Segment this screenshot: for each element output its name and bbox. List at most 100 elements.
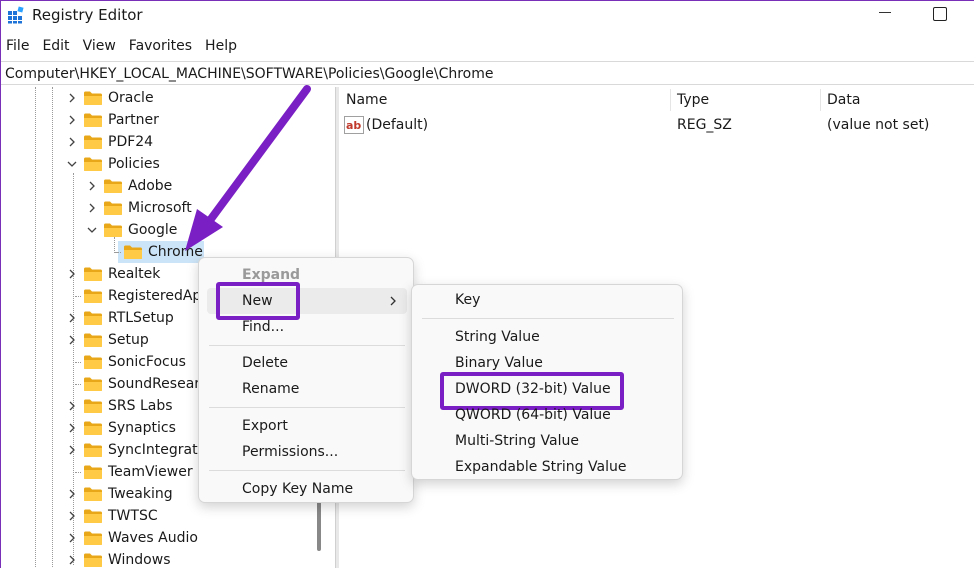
tree-item-label: Policies bbox=[108, 156, 160, 172]
context-menu: Expand New Find... Delete Rename Export … bbox=[198, 257, 414, 503]
tree-item-label: Windows bbox=[108, 552, 171, 568]
value-name[interactable]: (Default) bbox=[366, 114, 428, 136]
tree-item[interactable]: Microsoft bbox=[1, 197, 313, 219]
tree-item-label: SyncIntegratio bbox=[108, 442, 211, 458]
tree-guide-line bbox=[75, 384, 81, 385]
tree-item-label: Google bbox=[128, 222, 178, 238]
menu-item-delete[interactable]: Delete bbox=[242, 350, 288, 376]
menu-item-rename[interactable]: Rename bbox=[242, 376, 299, 402]
menu-separator bbox=[209, 345, 405, 346]
menu-separator bbox=[422, 318, 674, 319]
tree-item-label: Synaptics bbox=[108, 420, 176, 436]
folder-icon bbox=[84, 135, 102, 149]
chevron-right-icon[interactable] bbox=[67, 445, 77, 455]
chevron-right-icon[interactable] bbox=[67, 401, 77, 411]
folder-icon bbox=[84, 289, 102, 303]
tree-item[interactable]: Adobe bbox=[1, 175, 313, 197]
address-bar[interactable]: Computer\HKEY_LOCAL_MACHINE\SOFTWARE\Pol… bbox=[1, 61, 974, 85]
minimize-button[interactable] bbox=[877, 1, 897, 25]
address-path[interactable]: Computer\HKEY_LOCAL_MACHINE\SOFTWARE\Pol… bbox=[5, 64, 493, 84]
tree-item[interactable]: Policies bbox=[1, 153, 313, 175]
chevron-right-icon[interactable] bbox=[67, 511, 77, 521]
tree-guide-line bbox=[75, 296, 81, 297]
chevron-right-icon[interactable] bbox=[87, 181, 97, 191]
tree-item[interactable]: Partner bbox=[1, 109, 313, 131]
chevron-right-icon[interactable] bbox=[67, 423, 77, 433]
tree-item[interactable]: Google bbox=[1, 219, 313, 241]
menu-item-permissions[interactable]: Permissions... bbox=[242, 439, 338, 465]
chevron-right-icon[interactable] bbox=[67, 269, 77, 279]
menu-edit[interactable]: Edit bbox=[36, 35, 76, 57]
folder-icon bbox=[84, 399, 102, 413]
folder-icon bbox=[104, 201, 122, 215]
chevron-right-icon[interactable] bbox=[67, 313, 77, 323]
menu-help[interactable]: Help bbox=[199, 35, 244, 57]
submenu-item-multi-string-value[interactable]: Multi-String Value bbox=[455, 428, 579, 454]
chevron-right-icon[interactable] bbox=[67, 115, 77, 125]
submenu-item-qword-value[interactable]: QWORD (64-bit) Value bbox=[455, 402, 611, 428]
folder-icon bbox=[84, 333, 102, 347]
tree-item-label: RTLSetup bbox=[108, 310, 174, 326]
tree-item-label: Partner bbox=[108, 112, 159, 128]
chevron-down-icon[interactable] bbox=[67, 159, 77, 169]
folder-icon bbox=[84, 509, 102, 523]
chevron-right-icon[interactable] bbox=[67, 533, 77, 543]
folder-icon bbox=[104, 223, 122, 237]
chevron-right-icon[interactable] bbox=[67, 93, 77, 103]
tree-item[interactable]: TWTSC bbox=[1, 505, 313, 527]
chevron-down-icon[interactable] bbox=[87, 225, 97, 235]
value-type: REG_SZ bbox=[677, 117, 732, 133]
registry-editor-icon bbox=[8, 6, 24, 24]
chevron-right-icon[interactable] bbox=[67, 137, 77, 147]
folder-icon bbox=[84, 443, 102, 457]
chevron-right-icon[interactable] bbox=[87, 203, 97, 213]
tree-item[interactable]: Waves Audio bbox=[1, 527, 313, 549]
tree-item[interactable]: Oracle bbox=[1, 87, 313, 109]
menu-item-export[interactable]: Export bbox=[242, 413, 288, 439]
menu-bar: File Edit View Favorites Help bbox=[1, 35, 244, 57]
folder-icon bbox=[124, 245, 142, 259]
svg-text:ab: ab bbox=[346, 119, 361, 132]
menu-favorites[interactable]: Favorites bbox=[123, 35, 199, 57]
folder-icon bbox=[84, 421, 102, 435]
menu-view[interactable]: View bbox=[77, 35, 123, 57]
folder-icon bbox=[84, 355, 102, 369]
chevron-right-icon[interactable] bbox=[67, 335, 77, 345]
submenu-item-string-value[interactable]: String Value bbox=[455, 324, 540, 350]
menu-file[interactable]: File bbox=[1, 35, 36, 57]
tree-item-label: Waves Audio bbox=[108, 530, 198, 546]
column-header-type[interactable]: Type bbox=[677, 87, 709, 113]
submenu-item-key[interactable]: Key bbox=[455, 287, 480, 313]
tree-item-label: Setup bbox=[108, 332, 149, 348]
column-separator[interactable] bbox=[670, 89, 671, 111]
tree-item-label: Realtek bbox=[108, 266, 161, 282]
column-header-name[interactable]: Name bbox=[346, 87, 387, 113]
tree-item[interactable]: Windows bbox=[1, 549, 313, 568]
maximize-button[interactable] bbox=[933, 7, 947, 21]
tree-guide-line bbox=[75, 362, 81, 363]
tree-item[interactable]: PDF24 bbox=[1, 131, 313, 153]
column-separator[interactable] bbox=[820, 89, 821, 111]
folder-icon bbox=[84, 487, 102, 501]
tree-scrollbar-thumb[interactable] bbox=[317, 501, 321, 551]
tree-guide-line bbox=[115, 252, 121, 253]
submenu-item-expandable-string-value[interactable]: Expandable String Value bbox=[455, 454, 626, 480]
chevron-right-icon[interactable] bbox=[67, 555, 77, 565]
value-data: (value not set) bbox=[827, 117, 930, 133]
window-title: Registry Editor bbox=[32, 6, 143, 24]
menu-item-copy-key-name[interactable]: Copy Key Name bbox=[242, 476, 353, 502]
chevron-right-icon[interactable] bbox=[67, 489, 77, 499]
string-value-icon: ab bbox=[344, 116, 364, 134]
new-submenu: Key String Value Binary Value DWORD (32-… bbox=[411, 284, 683, 480]
tree-item-label: SRS Labs bbox=[108, 398, 173, 414]
folder-icon bbox=[84, 267, 102, 281]
menu-separator bbox=[209, 470, 405, 471]
tree-guide-line bbox=[75, 472, 81, 473]
tree-item-label: RegisteredAp bbox=[108, 288, 202, 304]
folder-icon bbox=[84, 531, 102, 545]
menu-item-find[interactable]: Find... bbox=[242, 314, 284, 340]
folder-icon bbox=[84, 311, 102, 325]
column-header-data[interactable]: Data bbox=[827, 87, 860, 113]
tree-item-label: Tweaking bbox=[108, 486, 173, 502]
registry-editor-window: Registry Editor File Edit View Favorites… bbox=[0, 0, 974, 568]
